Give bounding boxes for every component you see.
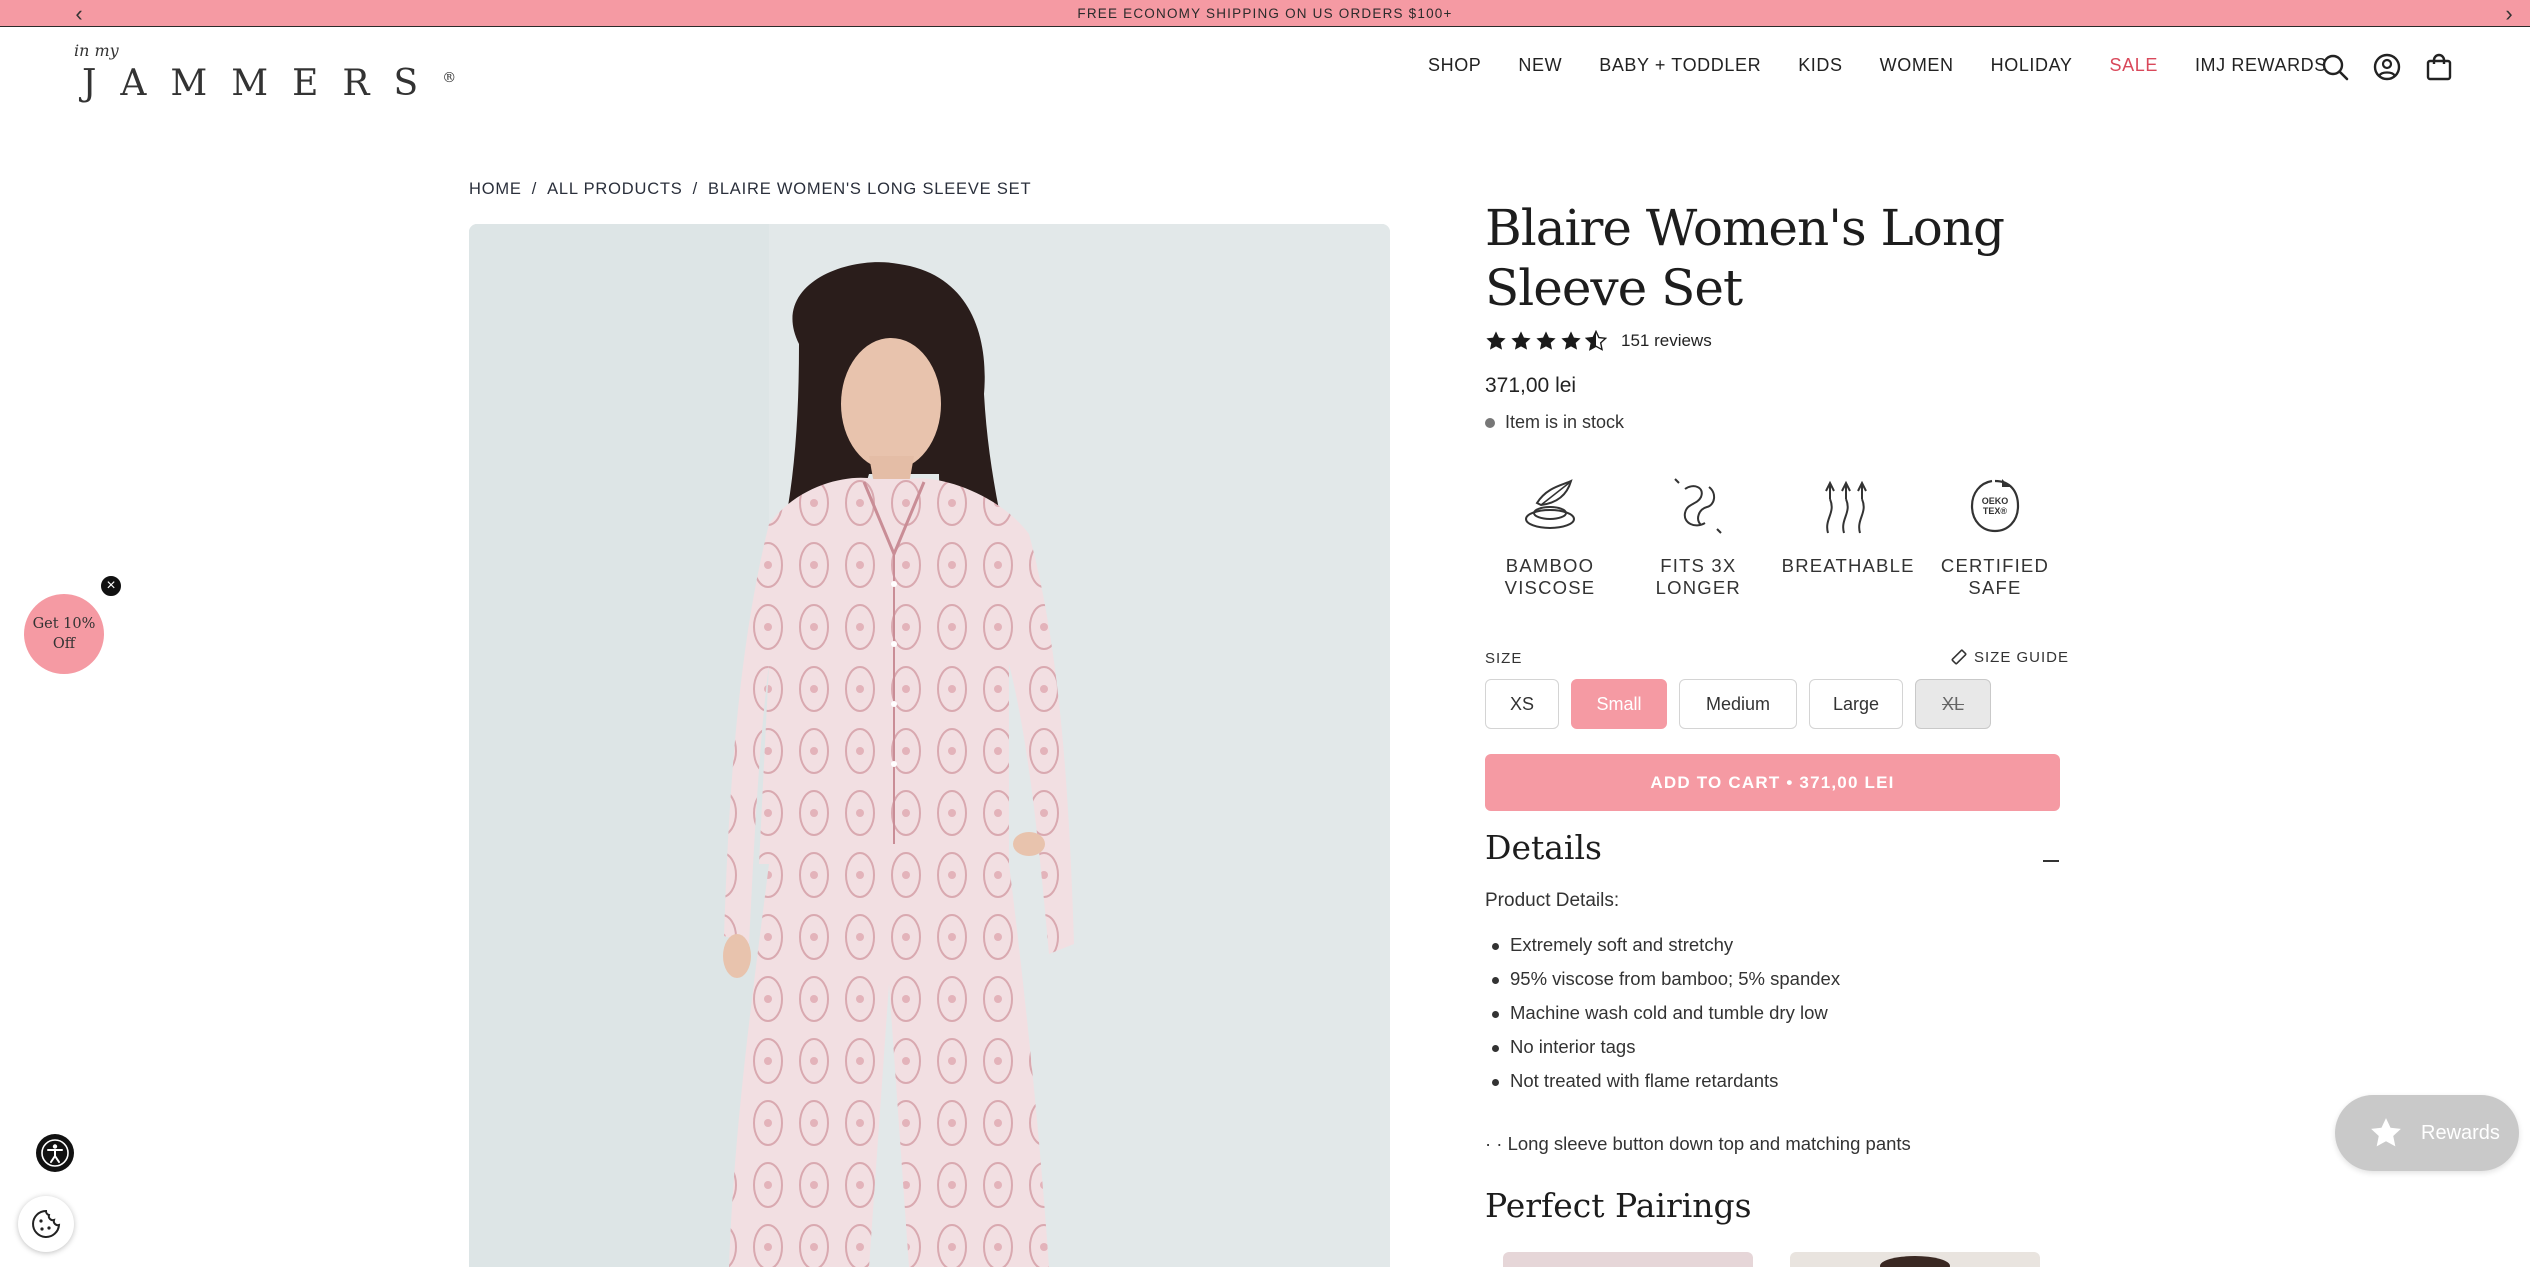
product-image[interactable] — [469, 224, 1390, 1267]
list-item: No interior tags — [1491, 1036, 1840, 1070]
oeko-tex-icon: OEKO TEX® — [1930, 473, 2060, 539]
logo[interactable]: in my JAMMERS® — [72, 41, 456, 104]
breadcrumb-home[interactable]: HOME — [469, 180, 522, 198]
feature-item: BAMBOO VISCOSE — [1485, 473, 1615, 599]
main-nav: SHOP NEW BABY + TODDLER KIDS WOMEN HOLID… — [1428, 55, 2364, 76]
nav-women[interactable]: WOMEN — [1880, 55, 1954, 76]
star-icon — [1511, 331, 1531, 350]
product-details-list: Extremely soft and stretchy 95% viscose … — [1491, 934, 1840, 1104]
stock-text: Item is in stock — [1505, 412, 1625, 432]
breadcrumb: HOME / ALL PRODUCTS / BLAIRE WOMEN'S LONG SL… — [469, 180, 1032, 198]
star-icon — [1561, 331, 1581, 350]
bag-icon[interactable] — [2424, 52, 2454, 82]
collapse-icon[interactable] — [2043, 860, 2059, 862]
breathable-icon — [1782, 473, 1912, 539]
product-note: · · Long sleeve button down top and matc… — [1485, 1133, 1911, 1154]
star-icon — [2371, 1118, 2401, 1147]
accessibility-icon[interactable] — [36, 1134, 74, 1172]
rewards-launcher[interactable]: Rewards — [2335, 1095, 2519, 1171]
pairing-product-image[interactable] — [1790, 1252, 2040, 1267]
feature-item: BREATHABLE — [1781, 473, 1915, 599]
svg-text:TEX®: TEX® — [1983, 506, 2008, 516]
nav-sale[interactable]: SALE — [2110, 55, 2158, 76]
nav-kids[interactable]: KIDS — [1798, 55, 1842, 76]
feature-label: BREATHABLE — [1781, 555, 1915, 576]
breadcrumb-all-products[interactable]: ALL PRODUCTS — [547, 180, 683, 198]
breadcrumb-current: BLAIRE WOMEN'S LONG SLEEVE SET — [708, 180, 1032, 198]
svg-text:OEKO: OEKO — [1982, 496, 2009, 506]
search-icon[interactable] — [2320, 52, 2350, 82]
size-guide-link[interactable]: SIZE GUIDE — [1950, 648, 2069, 666]
nav-new[interactable]: NEW — [1518, 55, 1562, 76]
pairing-product-image[interactable] — [1503, 1252, 1753, 1267]
nav-shop[interactable]: SHOP — [1428, 55, 1481, 76]
product-details-subheading: Product Details: — [1485, 890, 1620, 911]
rating-stars — [1485, 330, 1607, 352]
list-item: 95% viscose from bamboo; 5% spandex — [1491, 968, 1840, 1002]
stretch-icon — [1633, 473, 1763, 539]
size-options: XS Small Medium Large XL — [1485, 679, 1991, 729]
size-option-large[interactable]: Large — [1809, 679, 1903, 729]
star-icon — [1486, 331, 1506, 350]
review-count[interactable]: 151 reviews — [1621, 331, 1712, 351]
product-price: 371,00 lei — [1485, 374, 1577, 397]
stock-status: Item is in stock — [1485, 412, 1624, 433]
size-option-medium[interactable]: Medium — [1679, 679, 1797, 729]
announcement-text: FREE ECONOMY SHIPPING ON US ORDERS $100+ — [1077, 5, 1453, 21]
announcement-bar: ‹ FREE ECONOMY SHIPPING ON US ORDERS $10… — [0, 0, 2530, 27]
feature-label: BAMBOO VISCOSE — [1504, 555, 1596, 598]
perfect-pairings-heading: Perfect Pairings — [1485, 1186, 1752, 1225]
half-star-icon — [1585, 330, 1607, 351]
discount-popup-button[interactable]: Get 10% Off — [24, 594, 104, 674]
product-title: Blaire Women's Long Sleeve Set — [1485, 199, 2005, 317]
feature-item: FITS 3X LONGER — [1633, 473, 1763, 599]
rewards-label: Rewards — [2421, 1121, 2500, 1144]
close-icon[interactable]: × — [99, 574, 123, 598]
feature-label: CERTIFIED SAFE — [1940, 555, 2050, 598]
list-item: Not treated with flame retardants — [1491, 1070, 1840, 1104]
add-to-cart-button[interactable]: ADD TO CART • 371,00 LEI — [1485, 754, 2060, 811]
ruler-icon — [1951, 649, 1967, 665]
size-option-small[interactable]: Small — [1571, 679, 1667, 729]
product-rating[interactable]: 151 reviews — [1485, 330, 1712, 352]
cookie-icon[interactable] — [18, 1196, 74, 1252]
details-heading[interactable]: Details — [1485, 828, 1602, 867]
nav-baby-toddler[interactable]: BABY + TODDLER — [1599, 55, 1761, 76]
size-label: SIZE — [1485, 650, 1523, 667]
site-header: in my JAMMERS® SHOP NEW BABY + TODDLER K… — [0, 27, 2530, 107]
feature-list: BAMBOO VISCOSE FITS 3X LONGER BREATHABLE… — [1485, 473, 2060, 599]
star-icon — [1536, 331, 1556, 350]
announcement-prev-button[interactable]: ‹ — [64, 0, 94, 27]
announcement-next-button[interactable]: › — [2494, 0, 2524, 27]
list-item: Machine wash cold and tumble dry low — [1491, 1002, 1840, 1036]
feature-label: FITS 3X LONGER — [1655, 555, 1741, 598]
size-option-xl[interactable]: XL — [1915, 679, 1991, 729]
stock-dot-icon — [1485, 417, 1495, 428]
header-icons — [2320, 52, 2454, 82]
nav-holiday[interactable]: HOLIDAY — [1991, 55, 2073, 76]
bamboo-icon — [1485, 473, 1615, 539]
nav-imj-rewards[interactable]: IMJ REWARDS — [2195, 55, 2327, 76]
size-option-xs[interactable]: XS — [1485, 679, 1559, 729]
account-icon[interactable] — [2372, 52, 2402, 82]
feature-item: OEKO TEX® CERTIFIED SAFE — [1930, 473, 2060, 599]
list-item: Extremely soft and stretchy — [1491, 934, 1840, 968]
